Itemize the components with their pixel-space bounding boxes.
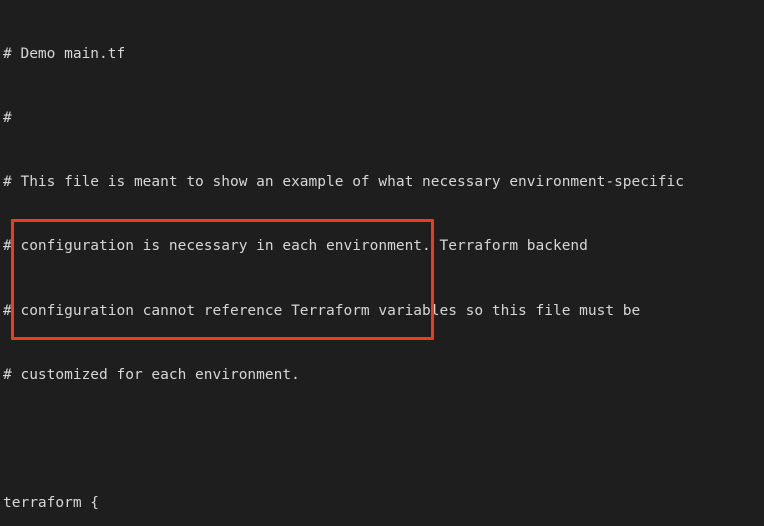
code-line: # This file is meant to show an example … <box>3 174 684 191</box>
code-line: terraform { <box>3 495 100 512</box>
code-line: # customized for each environment. <box>3 366 300 383</box>
code-line: # configuration is necessary in each env… <box>3 238 588 255</box>
terminal-editor-window[interactable]: # Demo main.tf # # This file is meant to… <box>0 0 764 526</box>
code-line: # Demo main.tf <box>3 45 126 62</box>
code-buffer[interactable]: # Demo main.tf # # This file is meant to… <box>3 0 764 526</box>
code-line: # <box>3 110 12 127</box>
code-line: # configuration cannot reference Terrafo… <box>3 302 641 319</box>
